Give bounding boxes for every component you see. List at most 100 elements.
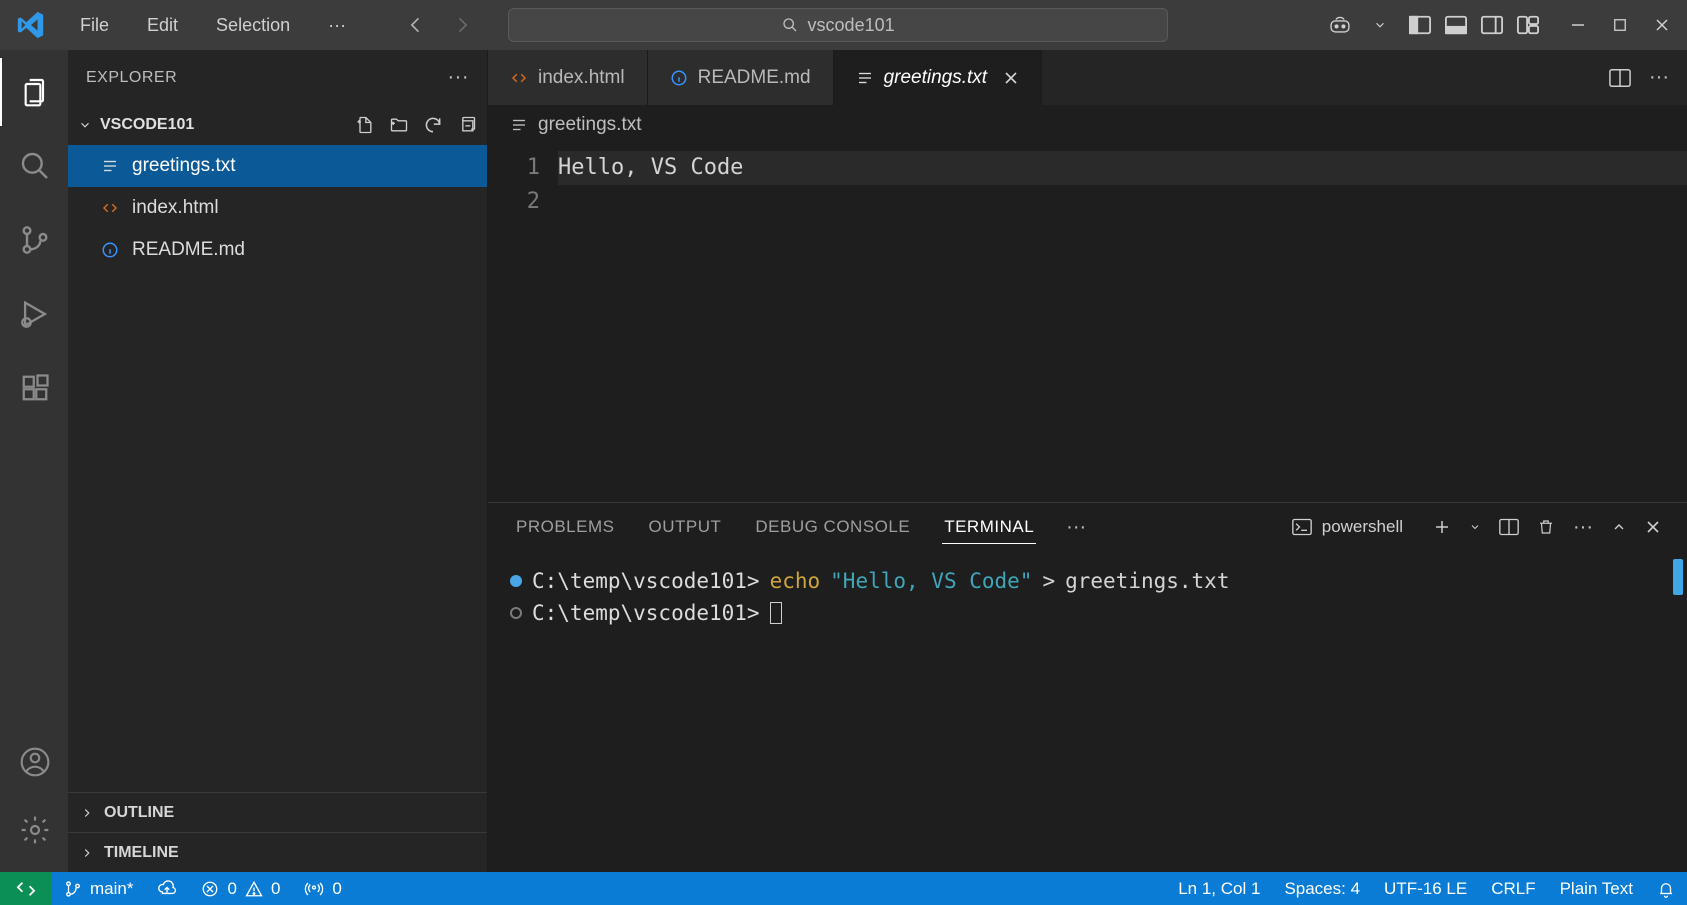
html-file-icon: [510, 69, 528, 87]
breadcrumb[interactable]: greetings.txt: [488, 105, 1687, 145]
warning-icon: [245, 880, 263, 898]
menu-more-icon[interactable]: ···: [314, 9, 360, 42]
nav-back-icon[interactable]: [400, 11, 432, 39]
collapse-all-icon[interactable]: [457, 115, 477, 135]
encoding[interactable]: UTF-16 LE: [1372, 879, 1479, 899]
activity-extensions-icon[interactable]: [0, 354, 68, 422]
code-content[interactable]: Hello, VS Code: [558, 145, 1687, 502]
split-editor-icon[interactable]: [1609, 68, 1631, 88]
editor-more-icon[interactable]: ···: [1649, 66, 1669, 89]
tab-label: greetings.txt: [884, 67, 988, 89]
text-file-icon: [510, 116, 528, 134]
panel-tab-problems[interactable]: PROBLEMS: [514, 511, 616, 543]
new-terminal-icon[interactable]: [1433, 518, 1451, 536]
activity-explorer-icon[interactable]: [0, 58, 68, 126]
term-string: "Hello, VS Code": [830, 565, 1032, 597]
chevron-right-icon: [80, 846, 94, 860]
file-name: README.md: [132, 239, 245, 261]
activity-run-debug-icon[interactable]: [0, 280, 68, 348]
terminal-scrollbar[interactable]: [1673, 559, 1683, 595]
markdown-file-icon: [100, 241, 120, 259]
tab-close-icon[interactable]: [1003, 70, 1019, 86]
nav-forward-icon[interactable]: [446, 11, 478, 39]
command-center-search[interactable]: vscode101: [508, 8, 1168, 42]
terminal-icon: [1292, 518, 1312, 536]
window-minimize-icon[interactable]: [1567, 14, 1589, 36]
outline-section[interactable]: OUTLINE: [68, 792, 487, 832]
term-redir: >: [1042, 565, 1055, 597]
folder-name: VSCODE101: [100, 116, 194, 134]
language-mode[interactable]: Plain Text: [1548, 879, 1645, 899]
menu-selection[interactable]: Selection: [202, 9, 304, 42]
menu-edit[interactable]: Edit: [133, 9, 192, 42]
activity-accounts-icon[interactable]: [0, 728, 68, 796]
refresh-icon[interactable]: [423, 115, 443, 135]
markdown-file-icon: [670, 69, 688, 87]
outline-label: OUTLINE: [104, 804, 174, 822]
git-branch[interactable]: main*: [52, 879, 145, 899]
breadcrumb-text: greetings.txt: [538, 114, 642, 136]
term-cmd: echo: [770, 565, 821, 597]
remote-indicator-icon[interactable]: [0, 872, 52, 905]
layout-primary-sidebar-icon[interactable]: [1409, 14, 1431, 36]
close-panel-icon[interactable]: [1645, 519, 1661, 535]
file-name: index.html: [132, 197, 219, 219]
panel-tab-output[interactable]: OUTPUT: [646, 511, 723, 543]
terminal-shell-selector[interactable]: powershell: [1292, 517, 1403, 537]
new-file-icon[interactable]: [355, 115, 375, 135]
activity-search-icon[interactable]: [0, 132, 68, 200]
window-maximize-icon[interactable]: [1609, 14, 1631, 36]
error-count: 0: [227, 879, 236, 899]
notifications-icon[interactable]: [1645, 880, 1687, 898]
tab-readme[interactable]: README.md: [648, 50, 834, 105]
line-number: 1: [488, 151, 540, 185]
terminal-line: C:\temp\vscode101>: [510, 597, 1665, 629]
tab-greetings[interactable]: greetings.txt: [834, 50, 1043, 105]
warning-count: 0: [271, 879, 280, 899]
terminal-content[interactable]: C:\temp\vscode101> echo "Hello, VS Code"…: [488, 551, 1687, 872]
terminal-dropdown-icon[interactable]: [1469, 521, 1481, 533]
problems-status[interactable]: 0 0: [189, 879, 292, 899]
title-bar: File Edit Selection ··· vscode101: [0, 0, 1687, 50]
copilot-icon[interactable]: [1329, 14, 1351, 36]
file-item-index[interactable]: index.html: [68, 187, 487, 229]
chevron-down-icon[interactable]: [1369, 14, 1391, 36]
indentation[interactable]: Spaces: 4: [1272, 879, 1372, 899]
tab-index-html[interactable]: index.html: [488, 50, 648, 105]
html-file-icon: [100, 199, 120, 217]
split-terminal-icon[interactable]: [1499, 518, 1519, 536]
maximize-panel-icon[interactable]: [1611, 519, 1627, 535]
new-folder-icon[interactable]: [389, 115, 409, 135]
ports-status[interactable]: 0: [292, 879, 353, 899]
prompt-marker-icon: [510, 607, 522, 619]
file-item-greetings[interactable]: greetings.txt: [68, 145, 487, 187]
sidebar-title: EXPLORER: [86, 69, 177, 87]
sync-button[interactable]: [145, 880, 189, 898]
layout-panel-icon[interactable]: [1445, 14, 1467, 36]
panel-tab-debug[interactable]: DEBUG CONSOLE: [753, 511, 912, 543]
folder-header[interactable]: VSCODE101: [68, 105, 487, 145]
file-name: greetings.txt: [132, 155, 236, 177]
kill-terminal-icon[interactable]: [1537, 517, 1555, 537]
terminal-shell-label: powershell: [1322, 517, 1403, 537]
cursor-position[interactable]: Ln 1, Col 1: [1166, 879, 1272, 899]
window-close-icon[interactable]: [1651, 14, 1673, 36]
panel-more-icon[interactable]: ···: [1066, 516, 1086, 539]
editor-tabs: index.html README.md greetings.txt ···: [488, 50, 1687, 105]
layout-secondary-sidebar-icon[interactable]: [1481, 14, 1503, 36]
eol[interactable]: CRLF: [1479, 879, 1547, 899]
panel-tab-terminal[interactable]: TERMINAL: [942, 511, 1036, 544]
file-list: greetings.txt index.html README.md: [68, 145, 487, 271]
activity-source-control-icon[interactable]: [0, 206, 68, 274]
menu-file[interactable]: File: [66, 9, 123, 42]
customize-layout-icon[interactable]: [1517, 14, 1539, 36]
sidebar-more-icon[interactable]: ···: [448, 66, 469, 89]
timeline-section[interactable]: TIMELINE: [68, 832, 487, 872]
file-item-readme[interactable]: README.md: [68, 229, 487, 271]
panel-overflow-icon[interactable]: ···: [1573, 516, 1593, 539]
text-file-icon: [100, 157, 120, 175]
editor[interactable]: 1 2 Hello, VS Code: [488, 145, 1687, 502]
sidebar-header: EXPLORER ···: [68, 50, 487, 105]
ports-count: 0: [332, 879, 341, 899]
activity-settings-icon[interactable]: [0, 796, 68, 864]
